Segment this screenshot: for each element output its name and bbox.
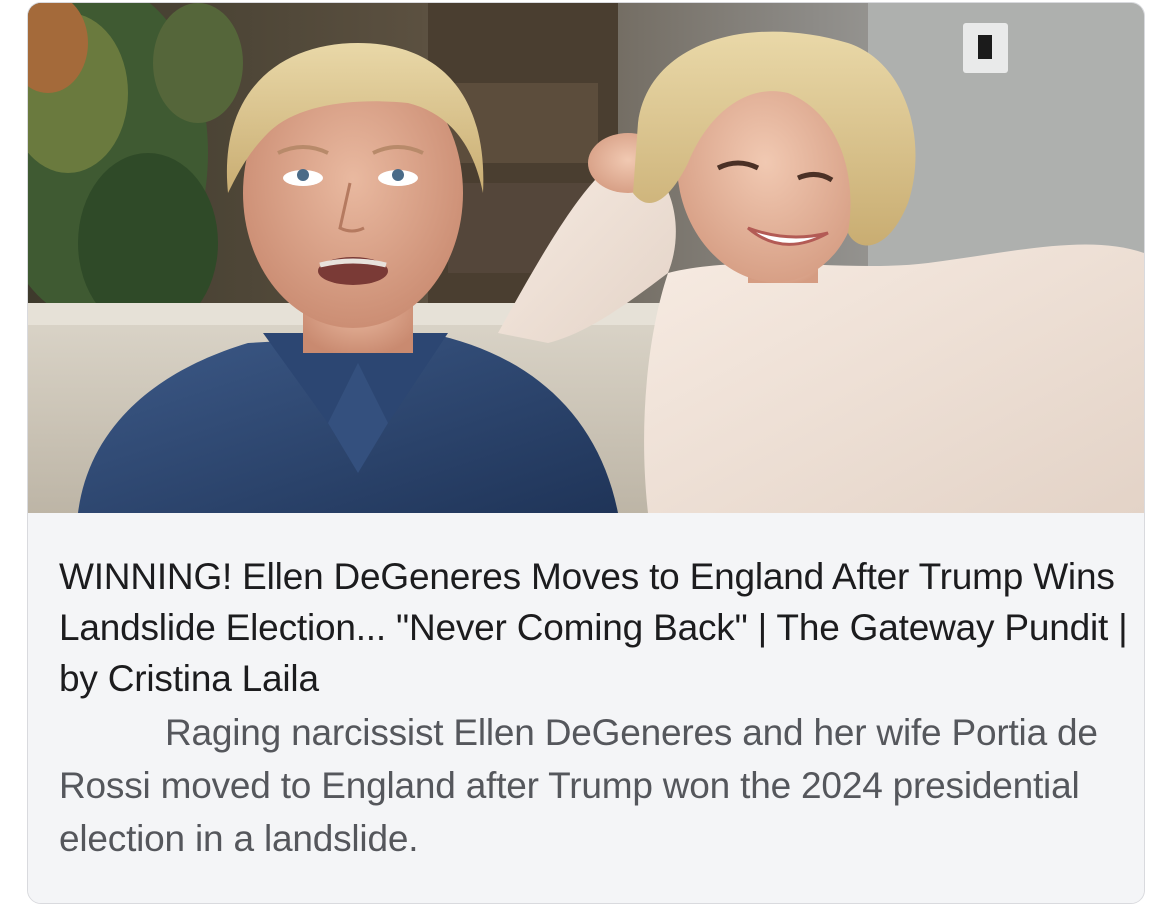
article-headline[interactable]: WINNING! Ellen DeGeneres Moves to Englan… (59, 551, 1129, 704)
link-preview-card[interactable]: WINNING! Ellen DeGeneres Moves to Englan… (27, 2, 1145, 904)
link-preview-text[interactable]: WINNING! Ellen DeGeneres Moves to Englan… (28, 513, 1144, 903)
article-summary: Raging narcissist Ellen DeGeneres and he… (59, 712, 1098, 859)
article-thumbnail-image[interactable] (28, 3, 1144, 513)
